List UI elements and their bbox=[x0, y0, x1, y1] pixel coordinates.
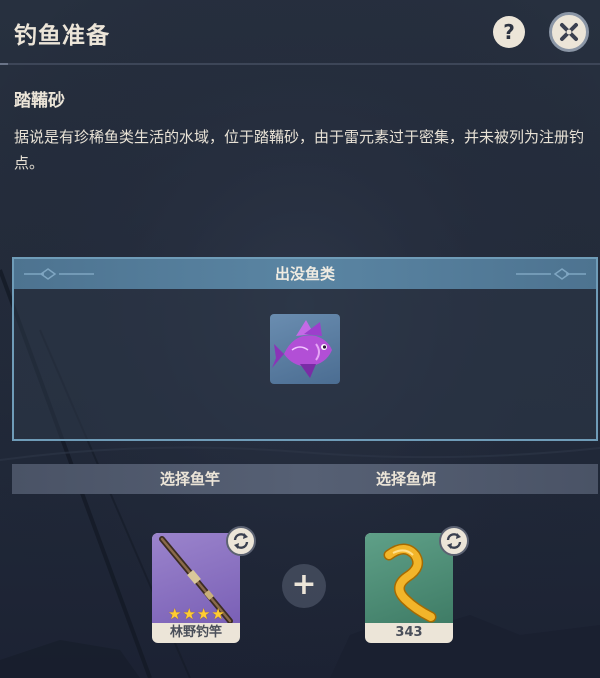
location-name: 踏鞴砂 bbox=[14, 91, 65, 111]
page-title: 钓鱼准备 bbox=[14, 23, 110, 49]
fish-panel-title: 出没鱼类 bbox=[274, 265, 335, 283]
swap-icon bbox=[233, 533, 249, 549]
star-icon: ★ bbox=[211, 605, 225, 623]
header-divider bbox=[0, 63, 600, 65]
rod-section-label: 选择鱼竿 bbox=[160, 470, 221, 488]
rod-card[interactable]: ★ ★ ★ ★ 林野钓竿 bbox=[152, 533, 240, 643]
rod-name: 林野钓竿 bbox=[169, 625, 222, 640]
ornament-icon bbox=[24, 268, 94, 280]
fish-card[interactable] bbox=[270, 314, 340, 384]
rod-swap-button[interactable] bbox=[226, 526, 256, 556]
ornament-icon bbox=[516, 268, 586, 280]
location-description: 据说是有珍稀鱼类生活的水域，位于踏鞴砂，由于雷元素过于密集，并未被列为注册钓点。 bbox=[14, 128, 585, 172]
fish-panel: 出没鱼类 bbox=[12, 257, 598, 441]
star-icon: ★ bbox=[168, 605, 182, 623]
purple-fish-icon bbox=[272, 320, 332, 378]
selection-header-bar: 选择鱼竿 选择鱼饵 bbox=[12, 464, 598, 494]
star-icon: ★ bbox=[196, 605, 211, 623]
bait-swap-button[interactable] bbox=[439, 526, 469, 556]
swap-icon bbox=[446, 533, 462, 549]
bait-section-label: 选择鱼饵 bbox=[376, 470, 437, 488]
bait-count: 343 bbox=[395, 625, 423, 640]
fish-panel-header: 出没鱼类 bbox=[14, 259, 596, 289]
rod-rarity-stars: ★ ★ ★ ★ bbox=[168, 607, 225, 622]
star-icon: ★ bbox=[182, 605, 196, 623]
close-button[interactable] bbox=[549, 12, 589, 52]
close-x-icon bbox=[560, 23, 578, 41]
bait-card[interactable]: 343 bbox=[365, 533, 453, 643]
question-mark-icon: ? bbox=[503, 20, 515, 44]
header: 钓鱼准备 ? bbox=[0, 0, 600, 64]
plus-sign: + bbox=[282, 564, 326, 608]
help-button[interactable]: ? bbox=[493, 16, 525, 48]
